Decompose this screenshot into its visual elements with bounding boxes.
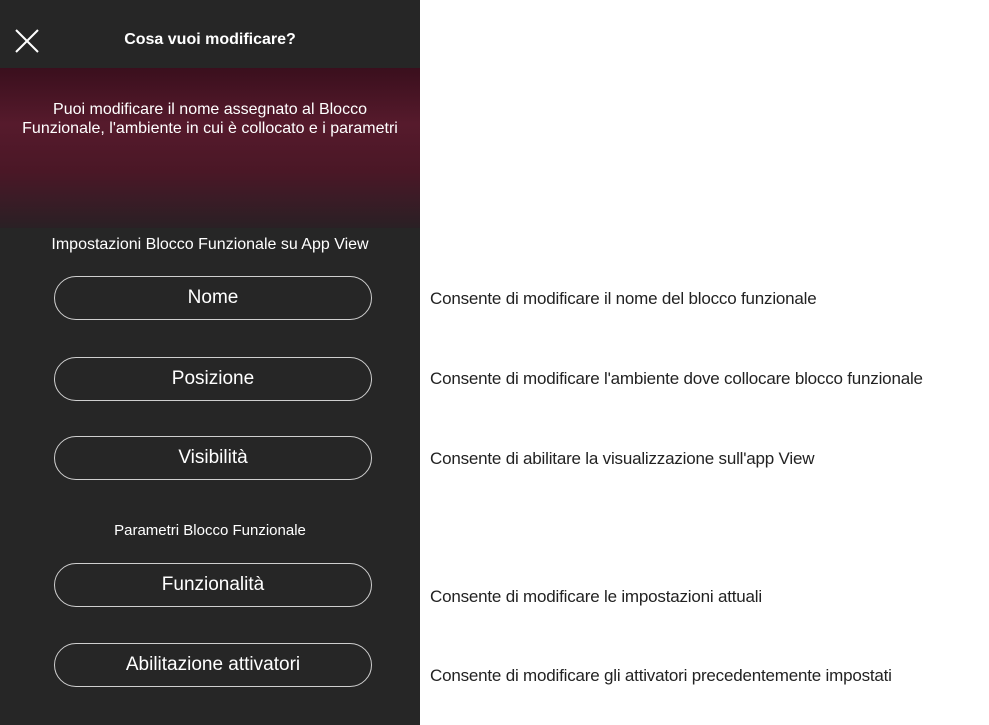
annotation-posizione: Consente di modificare l'ambiente dove c… bbox=[430, 369, 923, 388]
nome-button[interactable]: Nome bbox=[54, 276, 372, 320]
top-bar: Cosa vuoi modificare? bbox=[0, 0, 420, 68]
posizione-button[interactable]: Posizione bbox=[54, 357, 372, 401]
annotation-funzionalita: Consente di modificare le impostazioni a… bbox=[430, 587, 762, 606]
annotation-visibilita: Consente di abilitare la visualizzazione… bbox=[430, 449, 815, 468]
page-title: Cosa vuoi modificare? bbox=[124, 31, 296, 48]
funzionalita-button[interactable]: Funzionalità bbox=[54, 563, 372, 607]
section-heading-app-view: Impostazioni Blocco Funzionale su App Vi… bbox=[51, 236, 369, 253]
abilitazione-attivatori-button[interactable]: Abilitazione attivatori bbox=[54, 643, 372, 687]
annotation-nome: Consente di modificare il nome del blocc… bbox=[430, 289, 817, 308]
visibilita-button[interactable]: Visibilità bbox=[54, 436, 372, 480]
section-heading-parametri: Parametri Blocco Funzionale bbox=[114, 522, 306, 539]
app-screen: Cosa vuoi modificare? Puoi modificare il… bbox=[0, 0, 420, 725]
info-banner: Puoi modificare il nome assegnato al Blo… bbox=[0, 68, 420, 228]
info-banner-text: Puoi modificare il nome assegnato al Blo… bbox=[22, 101, 398, 137]
annotation-abilitazione: Consente di modificare gli attivatori pr… bbox=[430, 666, 892, 685]
